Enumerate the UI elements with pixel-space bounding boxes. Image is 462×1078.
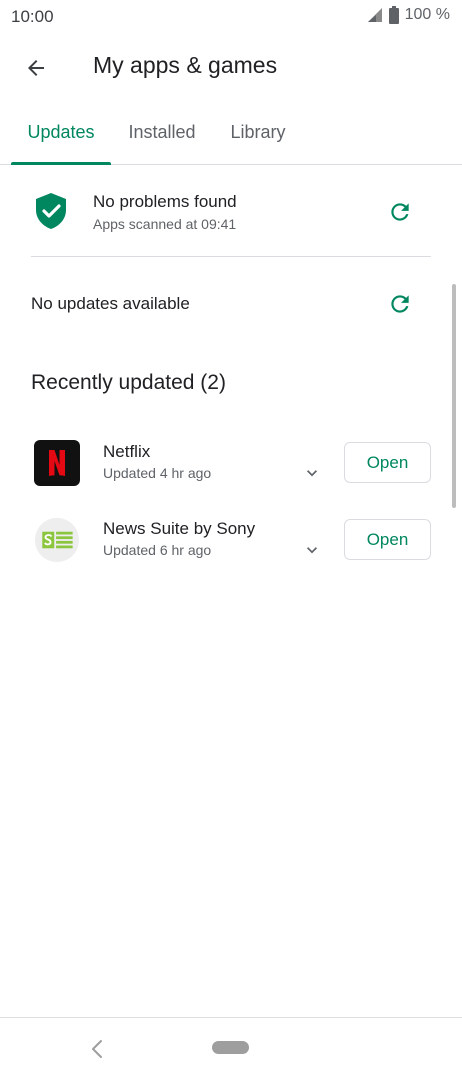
nav-back-icon xyxy=(92,1040,102,1058)
tab-bar: Updates Installed Library xyxy=(0,100,462,165)
status-time: 10:00 xyxy=(11,7,54,26)
app-name: News Suite by Sony xyxy=(103,519,256,538)
open-button[interactable]: Open xyxy=(344,442,431,483)
recently-updated-title: Recently updated (2) xyxy=(31,371,226,394)
nav-home-pill[interactable] xyxy=(212,1041,249,1054)
open-button[interactable]: Open xyxy=(344,519,431,560)
status-icons: 100 % xyxy=(367,6,450,24)
expand-button[interactable] xyxy=(298,536,326,564)
scan-subtitle: Apps scanned at 09:41 xyxy=(93,216,237,232)
news-suite-app-icon xyxy=(34,517,80,563)
active-tab-indicator xyxy=(11,162,111,165)
updates-status: No updates available xyxy=(0,257,462,347)
expand-button[interactable] xyxy=(298,459,326,487)
refresh-icon xyxy=(391,295,409,313)
status-bar: 10:00 100 % xyxy=(0,0,462,34)
shield-check-icon xyxy=(36,193,66,229)
back-button[interactable] xyxy=(18,50,54,86)
app-name: Netflix xyxy=(103,442,151,461)
app-updated-time: Updated 6 hr ago xyxy=(103,542,212,558)
no-updates-text: No updates available xyxy=(31,294,190,313)
battery-icon xyxy=(388,6,399,24)
nav-back-button[interactable] xyxy=(84,1036,110,1062)
play-protect-status: No problems found Apps scanned at 09:41 xyxy=(0,166,462,256)
scan-title: No problems found xyxy=(93,192,237,211)
app-bar: My apps & games xyxy=(0,34,462,100)
signal-icon xyxy=(367,8,382,22)
refresh-icon xyxy=(391,203,409,221)
chevron-down-icon xyxy=(307,470,317,477)
list-item[interactable]: News Suite by Sony Updated 6 hr ago Open xyxy=(0,502,462,579)
tab-installed[interactable]: Installed xyxy=(118,100,206,164)
rescan-button[interactable] xyxy=(382,194,418,230)
page-title: My apps & games xyxy=(93,52,278,78)
list-item[interactable]: Netflix Updated 4 hr ago Open xyxy=(0,425,462,502)
netflix-app-icon xyxy=(34,440,80,486)
tab-library[interactable]: Library xyxy=(218,100,298,164)
tab-updates[interactable]: Updates xyxy=(11,100,111,164)
battery-percentage: 100 % xyxy=(404,6,450,23)
chevron-down-icon xyxy=(307,547,317,554)
app-updated-time: Updated 4 hr ago xyxy=(103,465,212,481)
system-nav-bar xyxy=(0,1017,462,1078)
check-updates-button[interactable] xyxy=(382,286,418,322)
back-arrow-icon xyxy=(28,60,44,76)
